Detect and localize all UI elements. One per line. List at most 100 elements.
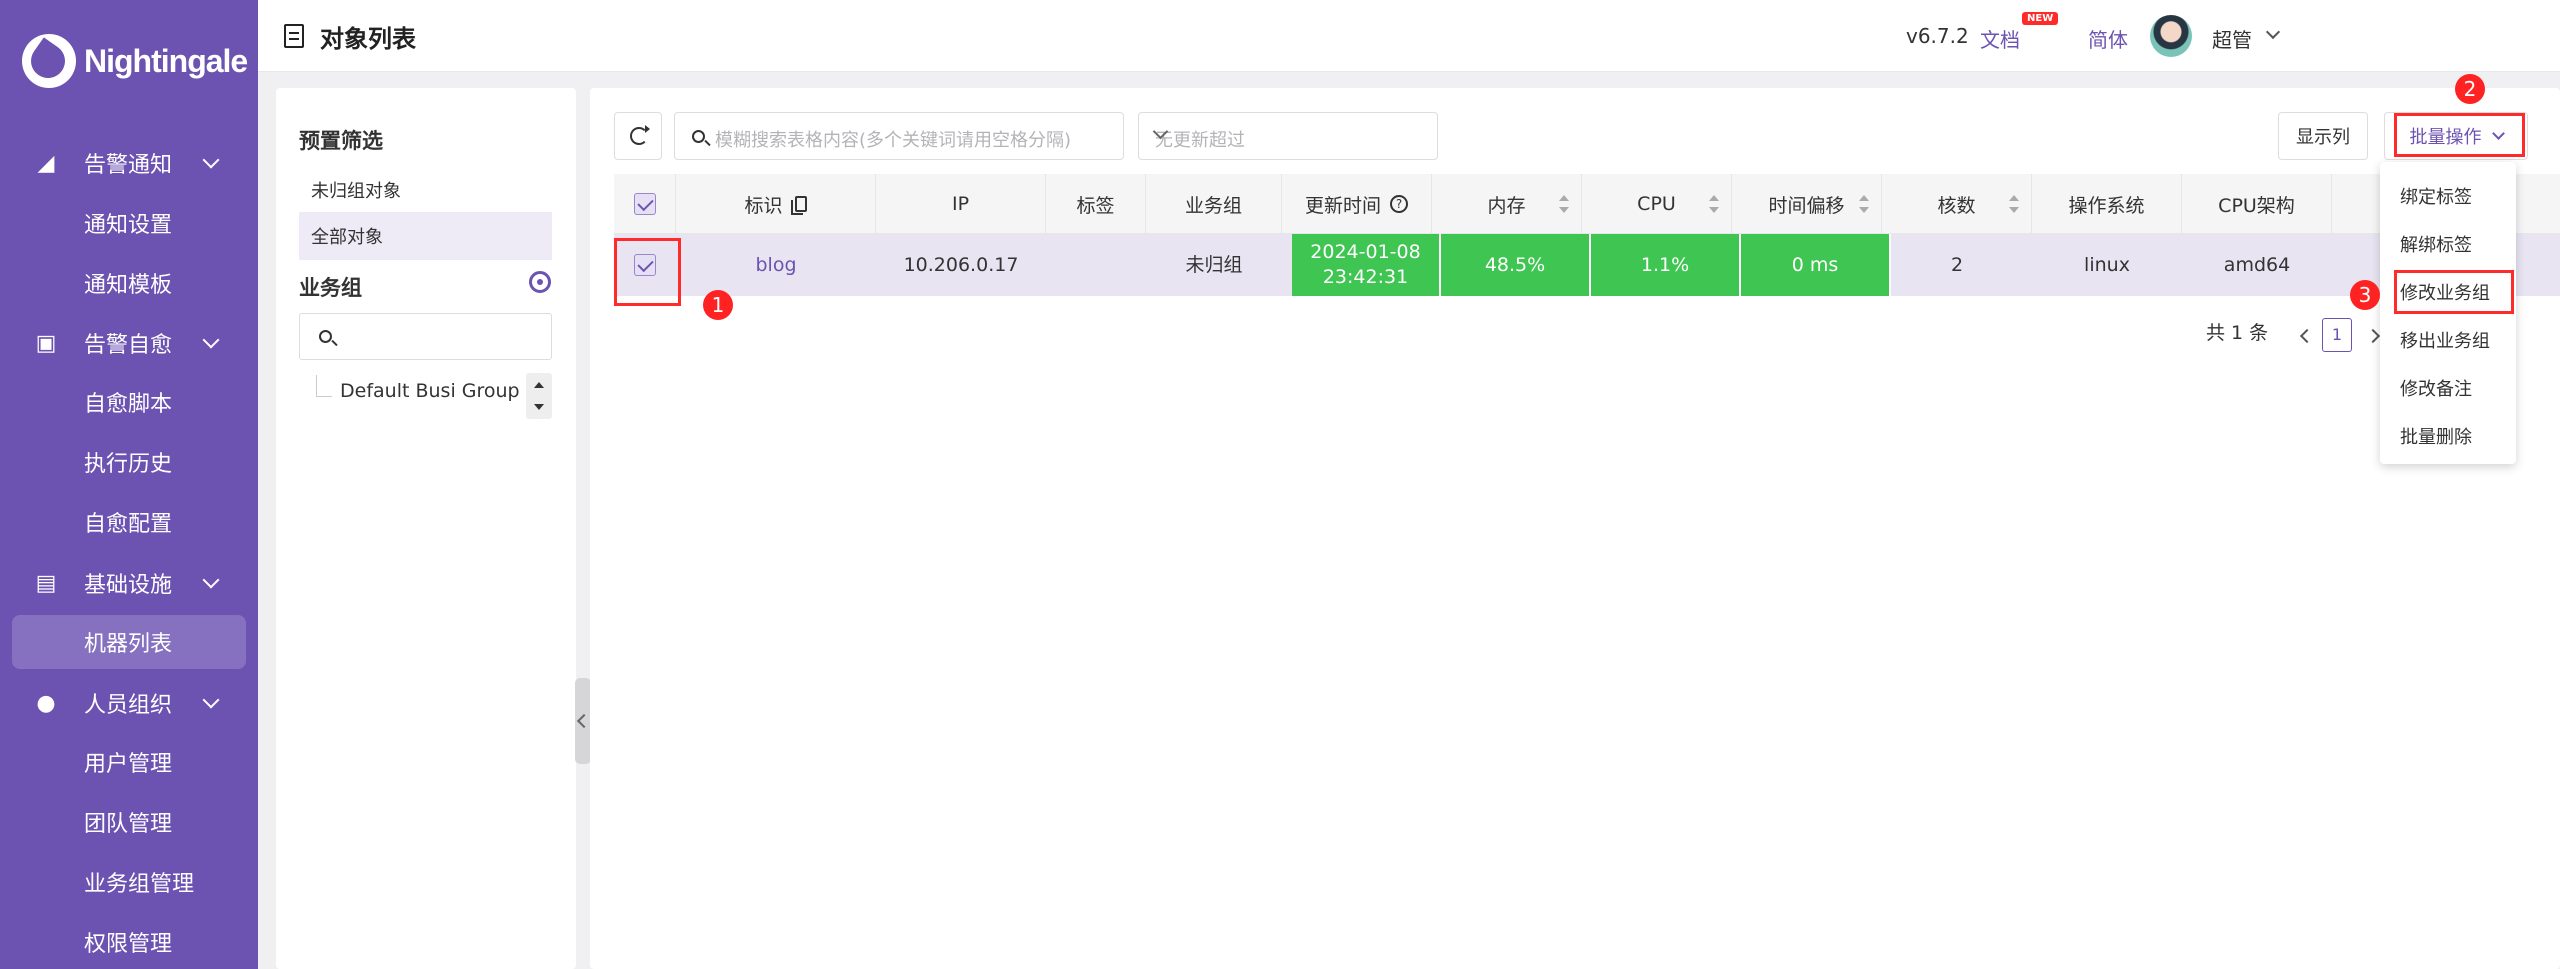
header-memory[interactable]: 内存	[1432, 174, 1582, 234]
sidebar-item-permission-management[interactable]: 权限管理	[12, 915, 246, 969]
language-switch[interactable]: 简体	[2088, 24, 2128, 53]
help-icon[interactable]: ?	[1390, 195, 1408, 213]
memory-cell: 48.5%	[1441, 234, 1591, 296]
sort-icon[interactable]	[1859, 195, 1869, 213]
list-icon	[284, 24, 304, 48]
page-title-text: 对象列表	[320, 24, 416, 53]
header-business-group[interactable]: 业务组	[1146, 174, 1282, 234]
sidebar-item-business-group-management[interactable]: 业务组管理	[12, 855, 246, 909]
sidebar-item-self-healing-config[interactable]: 自愈配置	[12, 495, 246, 549]
annotation-box-checkbox	[614, 238, 681, 306]
ip-cell: 10.206.0.17	[903, 253, 1019, 276]
header-time-offset[interactable]: 时间偏移	[1732, 174, 1882, 234]
update-date: 2024-01-08	[1310, 241, 1421, 263]
sidebar-item-user-management[interactable]: 用户管理	[12, 735, 246, 789]
chevron-down-icon	[202, 691, 220, 709]
sidebar-group-personnel[interactable]: ● 人员组织	[0, 673, 258, 733]
server-icon: ▤	[35, 570, 57, 596]
nightingale-bird-icon	[22, 34, 76, 88]
refresh-button[interactable]	[614, 112, 662, 160]
sidebar-item-execution-history[interactable]: 执行历史	[12, 435, 246, 489]
sidebar-item-notification-settings[interactable]: 通知设置	[12, 196, 246, 250]
header-os[interactable]: 操作系统	[2032, 174, 2182, 234]
sidebar-group-alert-notification[interactable]: ◢ 告警通知	[0, 133, 258, 193]
show-columns-button[interactable]: 显示列	[2278, 112, 2368, 160]
sidebar-item-label: 业务组管理	[84, 872, 195, 897]
nightingale-logo[interactable]: Nightingale	[22, 32, 248, 90]
time-offset-cell: 0 ms	[1741, 234, 1891, 296]
header-cpu-arch[interactable]: CPU架构	[2182, 174, 2332, 234]
ident-link[interactable]: blog	[676, 234, 876, 296]
sidebar-item-self-healing-scripts[interactable]: 自愈脚本	[12, 375, 246, 429]
select-all-checkbox[interactable]	[634, 193, 656, 215]
annotation-box-batch-operation	[2394, 113, 2525, 157]
header-select-cell[interactable]	[614, 174, 676, 234]
copy-icon[interactable]	[790, 196, 807, 215]
object-table: 标识 IP 标签 业务组 更新时间? 内存 CPU 时间偏移 核数 操作系统 C…	[614, 174, 2560, 298]
header-update-time[interactable]: 更新时间?	[1282, 174, 1432, 234]
tree-connector	[316, 375, 332, 397]
panel-collapse-handle[interactable]	[575, 678, 591, 764]
tree-scrollbar[interactable]	[526, 373, 552, 419]
sidebar: Nightingale ◢ 告警通知 通知设置 通知模板 ▣ 告警自愈 自愈脚本…	[0, 0, 258, 969]
user-menu[interactable]: 超管	[2212, 24, 2252, 53]
preset-filters-title: 预置筛选	[299, 129, 383, 153]
sidebar-item-label: 通知模板	[84, 273, 173, 298]
refresh-icon	[630, 125, 650, 145]
annotation-marker-2: 2	[2455, 74, 2485, 104]
arch-cell: amd64	[2223, 253, 2291, 276]
menu-modify-notes[interactable]: 修改备注	[2380, 364, 2516, 412]
sidebar-item-label: 权限管理	[84, 932, 173, 957]
sidebar-group-label: 人员组织	[84, 693, 173, 718]
terminal-icon: ▣	[35, 330, 57, 356]
header-ip[interactable]: IP	[876, 174, 1046, 234]
sidebar-group-self-healing[interactable]: ▣ 告警自愈	[0, 313, 258, 373]
sidebar-item-machine-list[interactable]: 机器列表	[12, 615, 246, 669]
filter-all-objects[interactable]: 全部对象	[299, 212, 552, 260]
business-group-search-input[interactable]	[299, 313, 552, 360]
gear-icon[interactable]	[529, 271, 551, 293]
chevron-down-icon	[202, 151, 220, 169]
sidebar-item-label: 机器列表	[84, 632, 173, 657]
table-search-input[interactable]: 模糊搜索表格内容(多个关键词请用空格分隔)	[674, 112, 1124, 160]
sort-icon[interactable]	[2009, 195, 2019, 213]
no-update-filter-select[interactable]: 无更新超过	[1138, 112, 1438, 160]
update-time-cell: 2024-01-08 23:42:31	[1292, 234, 1441, 296]
chevron-down-icon	[202, 331, 220, 349]
documentation-link[interactable]: 文档	[1980, 24, 2020, 53]
header-ident-label: 标识	[744, 194, 783, 217]
table-row[interactable]: blog 10.206.0.17 未归组 2024-01-08 23:42:31 …	[614, 234, 2560, 296]
header-ident[interactable]: 标识	[676, 174, 876, 234]
sidebar-group-label: 告警自愈	[84, 333, 173, 358]
sidebar-item-team-management[interactable]: 团队管理	[12, 795, 246, 849]
sidebar-group-infrastructure[interactable]: ▤ 基础设施	[0, 553, 258, 613]
search-icon	[319, 330, 332, 343]
annotation-box-modify-business-group	[2394, 270, 2514, 314]
menu-bind-tags[interactable]: 绑定标签	[2380, 172, 2516, 220]
sidebar-group-label: 告警通知	[84, 153, 173, 178]
filter-ungrouped-objects[interactable]: 未归组对象	[299, 166, 552, 214]
menu-remove-business-group[interactable]: 移出业务组	[2380, 316, 2516, 364]
search-icon	[692, 130, 705, 143]
sidebar-item-notification-templates[interactable]: 通知模板	[12, 256, 246, 310]
business-group-cell: 未归组	[1185, 253, 1243, 276]
sort-icon[interactable]	[1559, 195, 1569, 213]
menu-unbind-tags[interactable]: 解绑标签	[2380, 220, 2516, 268]
user-avatar[interactable]	[2150, 15, 2192, 57]
menu-batch-delete[interactable]: 批量删除	[2380, 412, 2516, 460]
header-cores[interactable]: 核数	[1882, 174, 2032, 234]
previous-page-icon[interactable]	[2299, 328, 2315, 344]
tree-node-default-busi-group[interactable]: Default Busi Group	[340, 380, 520, 402]
header-time-offset-label: 时间偏移	[1768, 194, 1845, 217]
sort-icon[interactable]	[1709, 195, 1719, 213]
sidebar-group-label: 基础设施	[84, 573, 173, 598]
sidebar-item-label: 自愈脚本	[84, 392, 173, 417]
page-number[interactable]: 1	[2322, 318, 2352, 352]
header-tags[interactable]: 标签	[1046, 174, 1146, 234]
header-cpu[interactable]: CPU	[1582, 174, 1732, 234]
megaphone-icon: ◢	[37, 150, 55, 176]
select-placeholder: 无更新超过	[1155, 130, 1245, 151]
next-page-icon[interactable]	[2365, 328, 2381, 344]
version-label: v6.7.2	[1906, 24, 1969, 48]
annotation-marker-1: 1	[703, 290, 733, 320]
